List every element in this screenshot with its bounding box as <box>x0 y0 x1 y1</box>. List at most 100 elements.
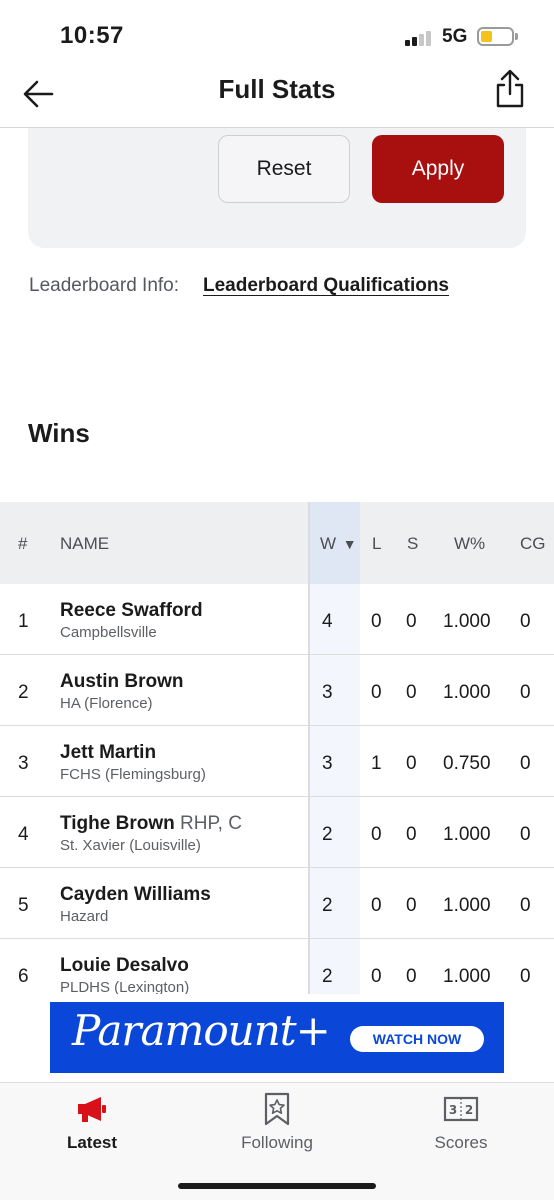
bookmark-star-icon <box>264 1092 290 1126</box>
status-time: 10:57 <box>60 22 124 49</box>
player-name-line[interactable]: Louie Desalvo <box>60 955 189 977</box>
player-school: Hazard <box>60 908 109 925</box>
table-row[interactable]: 1 Reece Swafford Campbellsville 4 0 0 1.000 0 <box>0 584 554 655</box>
player-school: Campbellsville <box>60 624 157 641</box>
stat-wins: 2 <box>322 966 333 987</box>
share-icon <box>496 69 524 108</box>
stat-complete-games: 0 <box>520 682 531 703</box>
battery-cap <box>515 33 518 40</box>
stat-complete-games: 0 <box>520 753 531 774</box>
tab-scores[interactable]: 3 2 Scores <box>369 1083 553 1173</box>
stat-complete-games: 0 <box>520 824 531 845</box>
stat-complete-games: 0 <box>520 611 531 632</box>
header-losses[interactable]: L <box>372 534 381 554</box>
stat-losses: 0 <box>371 895 382 916</box>
stat-losses: 0 <box>371 966 382 987</box>
player-school: St. Xavier (Louisville) <box>60 837 201 854</box>
sort-descending-icon: ▼ <box>342 536 357 552</box>
megaphone-icon <box>78 1097 106 1122</box>
player-name: Austin Brown <box>60 671 184 692</box>
player-name-line[interactable]: Reece Swafford <box>60 600 203 622</box>
stat-win-pct: 1.000 <box>443 966 491 987</box>
stat-wins: 3 <box>322 682 333 703</box>
table-row[interactable]: 4 Tighe Brown RHP, C St. Xavier (Louisvill… <box>0 797 554 868</box>
stat-complete-games: 0 <box>520 966 531 987</box>
player-name-line[interactable]: Austin Brown <box>60 671 184 693</box>
row-rank: 6 <box>18 966 29 987</box>
player-name-line[interactable]: Jett Martin <box>60 742 156 764</box>
player-name: Reece Swafford <box>60 600 203 621</box>
stat-saves: 0 <box>406 682 417 703</box>
share-button[interactable] <box>490 68 530 112</box>
scoreboard-icon: 3 2 <box>443 1096 479 1122</box>
leaderboard-qualifications-link[interactable]: Leaderboard Qualifications <box>203 275 449 297</box>
stat-win-pct: 1.000 <box>443 895 491 916</box>
reset-button[interactable]: Reset <box>218 135 350 203</box>
page-title: Full Stats <box>218 74 336 104</box>
player-name: Tighe Brown <box>60 813 175 834</box>
tab-scores-label: Scores <box>434 1133 488 1152</box>
section-title: Wins <box>28 418 90 448</box>
player-school: PLDHS (Lexington) <box>60 979 190 994</box>
header-win-pct[interactable]: W% <box>454 534 485 554</box>
stat-wins: 2 <box>322 895 333 916</box>
header-complete-games[interactable]: CG <box>520 534 546 554</box>
ad-watch-now-button[interactable]: WATCH NOW <box>350 1026 484 1052</box>
header-rank: # <box>18 534 28 553</box>
stat-wins: 4 <box>322 611 333 632</box>
player-position: RHP, C <box>180 813 242 834</box>
apply-button[interactable]: Apply <box>372 135 504 203</box>
ad-banner[interactable]: Paramount+ WATCH NOW <box>50 1002 504 1073</box>
svg-text:3: 3 <box>449 1103 457 1117</box>
stat-saves: 0 <box>406 611 417 632</box>
svg-text:2: 2 <box>465 1103 473 1117</box>
stat-saves: 0 <box>406 966 417 987</box>
table-header: # NAME W ▼ L S W% CG <box>0 502 554 584</box>
row-rank: 5 <box>18 895 29 916</box>
row-rank: 4 <box>18 824 29 845</box>
player-name: Cayden Williams <box>60 884 211 905</box>
stat-saves: 0 <box>406 753 417 774</box>
player-name: Louie Desalvo <box>60 955 189 976</box>
player-name-line[interactable]: Cayden Williams <box>60 884 211 906</box>
player-school: HA (Florence) <box>60 695 153 712</box>
tab-following[interactable]: Following <box>185 1083 369 1173</box>
player-name: Jett Martin <box>60 742 157 763</box>
table-row[interactable]: 6 Louie Desalvo PLDHS (Lexington) 2 0 0 1.000 0 <box>0 939 554 994</box>
ad-brand-logo: Paramount+ <box>72 1006 331 1055</box>
table-row[interactable]: 2 Austin Brown HA (Florence) 3 0 0 1.000 0 <box>0 655 554 726</box>
row-rank: 2 <box>18 682 29 703</box>
nav-bar: Full Stats <box>0 62 554 128</box>
header-wins[interactable]: W ▼ <box>320 534 357 554</box>
stat-wins: 2 <box>322 824 333 845</box>
player-school: FCHS (Flemingsburg) <box>60 766 206 783</box>
stat-win-pct: 1.000 <box>443 682 491 703</box>
tab-latest-label: Latest <box>66 1133 118 1152</box>
header-name[interactable]: NAME <box>60 534 109 554</box>
network-type: 5G <box>442 26 468 47</box>
tab-latest[interactable]: Latest <box>0 1083 184 1173</box>
table-row[interactable]: 5 Cayden Williams Hazard 2 0 0 1.000 0 <box>0 868 554 939</box>
row-rank: 3 <box>18 753 29 774</box>
stat-losses: 0 <box>371 611 382 632</box>
player-name-line[interactable]: Tighe Brown RHP, C <box>60 813 242 835</box>
leaderboard-info-label: Leaderboard Info: <box>29 275 180 296</box>
table-row[interactable]: 3 Jett Martin FCHS (Flemingsburg) 3 1 0 0.750 0 <box>0 726 554 797</box>
stat-losses: 0 <box>371 682 382 703</box>
stat-saves: 0 <box>406 824 417 845</box>
battery-icon <box>477 27 514 46</box>
stat-win-pct: 1.000 <box>443 824 491 845</box>
row-rank: 1 <box>18 611 29 632</box>
tab-following-label: Following <box>241 1133 313 1152</box>
stat-losses: 0 <box>371 824 382 845</box>
status-bar: 10:57 5G <box>0 0 554 62</box>
signal-strength-icon <box>405 30 435 46</box>
stat-losses: 1 <box>371 753 382 774</box>
stat-complete-games: 0 <box>520 895 531 916</box>
stats-table: # NAME W ▼ L S W% CG 1 Reece Swafford Camp… <box>0 502 554 994</box>
stat-saves: 0 <box>406 895 417 916</box>
stat-wins: 3 <box>322 753 333 774</box>
stat-win-pct: 1.000 <box>443 611 491 632</box>
header-saves[interactable]: S <box>407 534 418 554</box>
filter-panel: Reset Apply <box>28 128 526 248</box>
